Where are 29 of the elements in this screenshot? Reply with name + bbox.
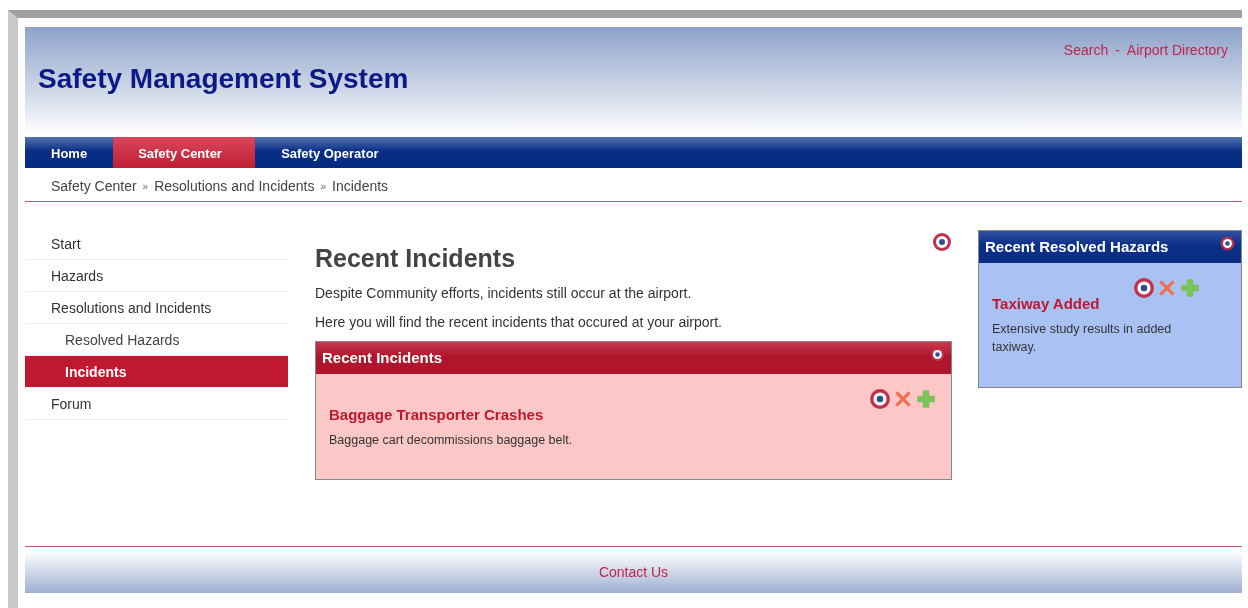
separator-text: -	[1115, 41, 1120, 60]
panel-title: Recent Resolved Hazards	[985, 237, 1169, 257]
site-title: Safety Management System	[38, 62, 409, 96]
footer-link[interactable]: Contact Us	[598, 561, 669, 583]
breadcrumb-link[interactable]: Incidents	[332, 176, 389, 193]
page-heading: Recent Incidents	[315, 243, 517, 273]
item-description: Baggage cart decommissions baggage belt.	[329, 431, 574, 449]
sidebar-item[interactable]: Start	[25, 228, 288, 260]
item-title[interactable]: Baggage Transporter Crashes	[329, 404, 937, 427]
sidebar-item[interactable]: Incidents	[25, 356, 288, 388]
target-icon[interactable]	[1133, 277, 1155, 299]
target-icon[interactable]	[932, 232, 952, 252]
sidebar-item[interactable]: Resolutions and Incidents	[25, 292, 288, 324]
item-description: Extensive study results in added taxiway.	[992, 320, 1173, 357]
target-icon[interactable]	[1220, 236, 1235, 251]
intro-text: Here you will find the recent incidents that occured at your airport.	[315, 313, 723, 332]
sidebar-item[interactable]: Forum	[25, 388, 288, 420]
nav-tab[interactable]: Safety Center	[113, 137, 256, 168]
target-icon[interactable]	[869, 388, 891, 410]
breadcrumb-separator: »	[142, 180, 149, 193]
nav-tab[interactable]: Home	[25, 137, 114, 168]
breadcrumb-link[interactable]: Safety Center	[51, 176, 137, 193]
panel-title: Recent Incidents	[322, 348, 443, 368]
breadcrumb-separator: »	[320, 180, 327, 193]
breadcrumb-link[interactable]: Resolutions and Incidents	[154, 176, 315, 193]
sidebar-item[interactable]: Hazards	[25, 260, 288, 292]
nav-tab[interactable]: Safety Operator	[255, 137, 405, 168]
target-icon[interactable]	[930, 347, 945, 362]
intro-text: Despite Community efforts, incidents still occur at the airport.	[315, 284, 693, 303]
